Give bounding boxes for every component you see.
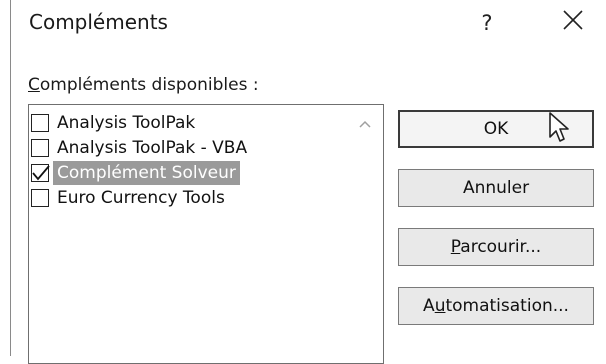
close-button[interactable] bbox=[551, 6, 595, 40]
list-item-analysis-toolpak-vba[interactable]: Analysis ToolPak - VBA bbox=[31, 136, 351, 160]
scroll-up-icon[interactable] bbox=[357, 115, 373, 128]
browse-button[interactable]: Parcourir... bbox=[398, 228, 594, 266]
automation-button[interactable]: Automatisation... bbox=[398, 287, 594, 325]
help-button[interactable]: ? bbox=[472, 6, 502, 40]
checkbox[interactable] bbox=[31, 189, 49, 207]
checkbox[interactable] bbox=[31, 114, 49, 132]
addins-dialog: Compléments ? Compléments disponibles : … bbox=[10, 0, 606, 364]
available-addins-label: Compléments disponibles : bbox=[28, 75, 259, 95]
list-item-analysis-toolpak[interactable]: Analysis ToolPak bbox=[31, 111, 351, 135]
list-item-label: Complément Solveur bbox=[53, 161, 240, 185]
checkmark-icon bbox=[32, 165, 50, 181]
checkbox[interactable] bbox=[31, 164, 50, 182]
cancel-button[interactable]: Annuler bbox=[398, 169, 594, 207]
mouse-pointer-icon bbox=[548, 111, 572, 151]
list-item-label: Euro Currency Tools bbox=[57, 188, 225, 208]
list-item-complement-solveur[interactable]: Complément Solveur bbox=[31, 161, 351, 185]
checkbox[interactable] bbox=[31, 139, 49, 157]
dialog-title: Compléments bbox=[29, 10, 168, 34]
addins-list[interactable]: Analysis ToolPak Analysis ToolPak - VBA … bbox=[28, 104, 384, 364]
list-item-euro-currency-tools[interactable]: Euro Currency Tools bbox=[31, 186, 351, 210]
list-item-label: Analysis ToolPak - VBA bbox=[57, 138, 248, 158]
list-item-label: Analysis ToolPak bbox=[57, 113, 196, 133]
close-icon bbox=[562, 8, 584, 38]
